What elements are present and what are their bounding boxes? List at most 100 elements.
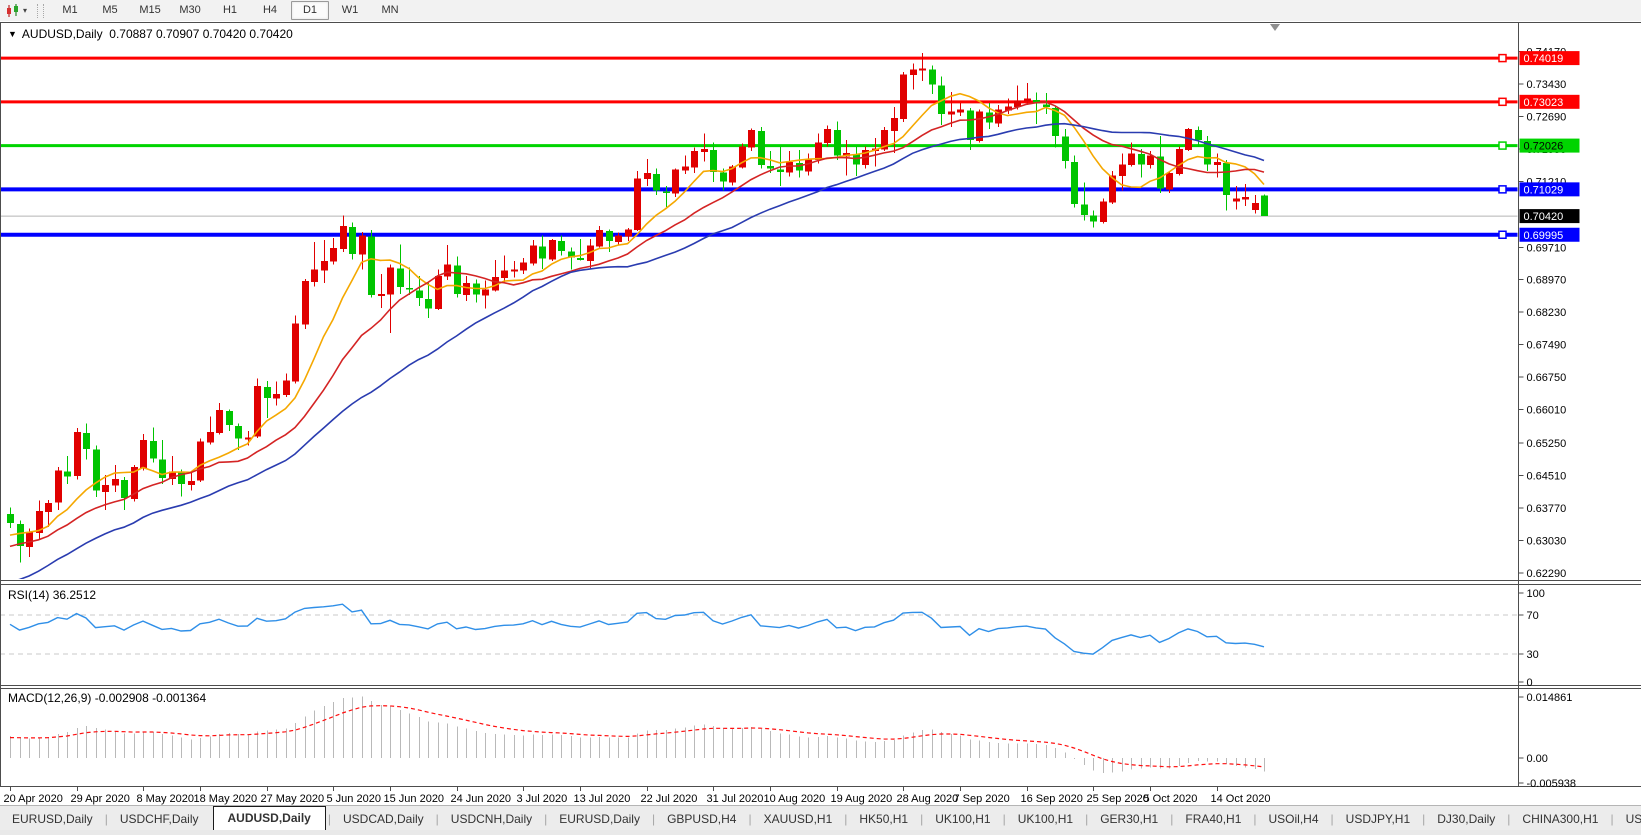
candle-body bbox=[292, 324, 299, 382]
price-chart-svg[interactable]: 0.741700.734300.726900.719500.712100.697… bbox=[0, 21, 1641, 805]
symbol-tab-bar: EURUSD,Daily|USDCHF,DailyAUDUSD,Daily|US… bbox=[0, 805, 1641, 831]
candle-body bbox=[311, 270, 318, 282]
rsi-axis-label: 70 bbox=[1527, 610, 1539, 622]
chart-ohlc-values: 0.70887 0.70907 0.70420 0.70420 bbox=[109, 27, 293, 41]
candle-body bbox=[197, 442, 204, 481]
candle-body bbox=[625, 229, 632, 236]
candle-body bbox=[1195, 130, 1202, 140]
rsi-axis-label: 100 bbox=[1527, 588, 1545, 600]
date-label: 10 Aug 2020 bbox=[764, 793, 826, 805]
chart-tab-xauusd-7[interactable]: XAUUSD,H1 bbox=[752, 809, 845, 831]
candle-body bbox=[7, 514, 14, 523]
chart-tab-uk100-10[interactable]: UK100,H1 bbox=[1006, 809, 1085, 831]
chart-tab-gbpusd-6[interactable]: GBPUSD,H4 bbox=[655, 809, 748, 831]
candle-body bbox=[207, 432, 214, 443]
rsi-value: 36.2512 bbox=[53, 588, 96, 602]
chart-title: ▼AUDUSD,Daily 0.70887 0.70907 0.70420 0.… bbox=[8, 27, 293, 41]
price-tick-label: 0.66750 bbox=[1527, 372, 1567, 384]
chart-tab-audusd-2[interactable]: AUDUSD,Daily bbox=[213, 806, 326, 831]
chart-type-dropdown-caret[interactable]: ▾ bbox=[23, 6, 27, 15]
toolbar-grip[interactable] bbox=[37, 4, 44, 18]
hline-badge-label: 0.69995 bbox=[1524, 230, 1564, 242]
candle-body bbox=[653, 174, 660, 191]
timeframe-button-h1[interactable]: H1 bbox=[211, 1, 249, 20]
timeframe-button-m1[interactable]: M1 bbox=[51, 1, 89, 20]
candle-body bbox=[302, 281, 309, 324]
candle-body bbox=[64, 472, 71, 477]
candle-body bbox=[710, 150, 717, 172]
timeframe-button-m30[interactable]: M30 bbox=[171, 1, 209, 20]
candle-body bbox=[226, 411, 233, 425]
candle-body bbox=[416, 290, 423, 298]
candle-body bbox=[786, 162, 793, 173]
chart-tab-ger30-11[interactable]: GER30,H1 bbox=[1088, 809, 1170, 831]
candle-body bbox=[1138, 154, 1145, 164]
timeframe-button-m5[interactable]: M5 bbox=[91, 1, 129, 20]
date-label: 25 Sep 2020 bbox=[1087, 793, 1149, 805]
candle-body bbox=[321, 261, 328, 271]
timeframe-button-w1[interactable]: W1 bbox=[331, 1, 369, 20]
candle-body bbox=[520, 263, 527, 271]
chart-tab-usdcnh-4[interactable]: USDCNH,Daily bbox=[439, 809, 544, 831]
chart-tab-usdcad-3[interactable]: USDCAD,Daily bbox=[331, 809, 436, 831]
macd-axis-label: 0.00 bbox=[1527, 753, 1548, 765]
chart-tab-usoil-17[interactable]: USOil,H1 bbox=[1614, 809, 1641, 831]
candle-body bbox=[891, 118, 898, 131]
candle-body bbox=[834, 130, 841, 155]
candle-body bbox=[596, 230, 603, 246]
candle-body bbox=[748, 130, 755, 148]
candle-body bbox=[511, 270, 518, 272]
candle-body bbox=[672, 170, 679, 194]
chart-title-caret[interactable]: ▼ bbox=[8, 29, 17, 39]
macd-indicator-label: MACD(12,26,9) -0.002908 -0.001364 bbox=[8, 691, 206, 705]
chart-area[interactable]: 0.741700.734300.726900.719500.712100.697… bbox=[0, 21, 1641, 805]
hline-handle-0.73023[interactable] bbox=[1499, 98, 1506, 105]
candlestick-chart-icon[interactable] bbox=[3, 2, 23, 19]
candle-body bbox=[1147, 156, 1154, 166]
candle-body bbox=[558, 241, 565, 251]
candle-body bbox=[1261, 196, 1268, 217]
timeframe-button-h4[interactable]: H4 bbox=[251, 1, 289, 20]
candle-body bbox=[767, 166, 774, 169]
candle-body bbox=[264, 387, 271, 398]
rsi-indicator-label: RSI(14) 36.2512 bbox=[8, 588, 96, 602]
candle-body bbox=[378, 294, 385, 296]
chart-tab-uk100-9[interactable]: UK100,H1 bbox=[923, 809, 1002, 831]
chart-tab-usoil-13[interactable]: USOil,H4 bbox=[1257, 809, 1331, 831]
chart-tab-eurusd-5[interactable]: EURUSD,Daily bbox=[547, 809, 652, 831]
candle-body bbox=[26, 532, 33, 547]
macd-values: -0.002908 -0.001364 bbox=[95, 691, 206, 705]
hline-handle-0.72026[interactable] bbox=[1499, 142, 1506, 149]
candle-body bbox=[634, 178, 641, 230]
date-label: 20 Apr 2020 bbox=[4, 793, 63, 805]
candle-body bbox=[549, 240, 556, 259]
candle-body bbox=[919, 69, 926, 71]
hline-handle-0.74019[interactable] bbox=[1499, 55, 1506, 62]
candle-body bbox=[682, 166, 689, 170]
candle-body bbox=[1043, 105, 1050, 108]
chart-tab-eurusd-0[interactable]: EURUSD,Daily bbox=[0, 809, 105, 831]
timeframe-button-mn[interactable]: MN bbox=[371, 1, 409, 20]
hline-badge-label: 0.73023 bbox=[1524, 97, 1564, 109]
chart-tab-usdjpy-14[interactable]: USDJPY,H1 bbox=[1334, 809, 1422, 831]
candle-body bbox=[1128, 153, 1135, 165]
candle-body bbox=[1233, 199, 1240, 202]
timeframe-button-m15[interactable]: M15 bbox=[131, 1, 169, 20]
chart-tab-fra40-12[interactable]: FRA40,H1 bbox=[1173, 809, 1253, 831]
timeframe-button-d1[interactable]: D1 bbox=[291, 1, 329, 20]
hline-handle-0.71029[interactable] bbox=[1499, 186, 1506, 193]
hline-handle-0.69995[interactable] bbox=[1499, 231, 1506, 238]
date-label: 16 Sep 2020 bbox=[1021, 793, 1083, 805]
price-tick-label: 0.62290 bbox=[1527, 568, 1567, 580]
chart-tab-usdchf-1[interactable]: USDCHF,Daily bbox=[108, 809, 211, 831]
price-tick-label: 0.67490 bbox=[1527, 340, 1567, 352]
price-tick-label: 0.72690 bbox=[1527, 111, 1567, 123]
macd-axis-label: 0.014861 bbox=[1527, 692, 1573, 704]
chart-tab-hk50-8[interactable]: HK50,H1 bbox=[847, 809, 920, 831]
chart-tab-dj30-15[interactable]: DJ30,Daily bbox=[1425, 809, 1507, 831]
hline-badge-label: 0.74019 bbox=[1524, 53, 1564, 65]
chart-tab-china300-16[interactable]: CHINA300,H1 bbox=[1510, 809, 1610, 831]
date-label: 31 Jul 2020 bbox=[707, 793, 764, 805]
candle-body bbox=[102, 485, 109, 492]
candle-body bbox=[530, 246, 537, 264]
